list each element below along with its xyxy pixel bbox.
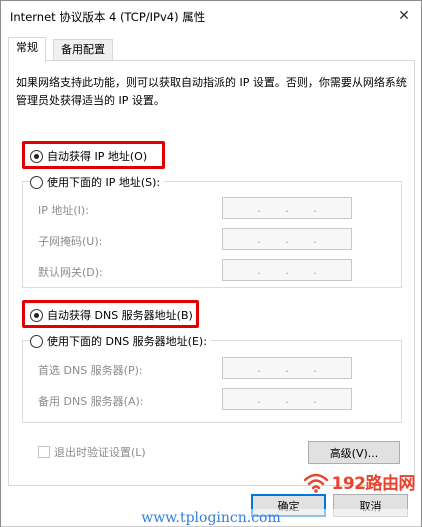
preferred-dns-input[interactable]: ... [222, 357, 352, 379]
close-button[interactable]: ✕ [387, 1, 421, 31]
manual-ip-label: 使用下面的 IP 地址(S): [47, 176, 161, 189]
alternate-dns-input[interactable]: ... [222, 388, 352, 410]
validate-on-exit-checkbox[interactable]: 退出时验证设置(L) [38, 444, 146, 460]
default-gateway-input[interactable]: ... [222, 259, 352, 281]
manual-dns-radio[interactable]: 使用下面的 DNS 服务器地址(E): [30, 333, 211, 349]
radio-checked-icon [30, 308, 43, 322]
title-bar[interactable]: Internet 协议版本 4 (TCP/IPv4) 属性 ✕ [1, 1, 421, 31]
subnet-mask-label: 子网掩码(U): [38, 235, 103, 248]
close-icon: ✕ [398, 8, 410, 24]
ip-address-label: IP 地址(I): [38, 204, 89, 217]
subnet-mask-input[interactable]: ... [222, 228, 352, 250]
auto-ip-radio[interactable]: 自动获得 IP 地址(O) [30, 148, 147, 164]
validate-on-exit-label: 退出时验证设置(L) [54, 446, 146, 459]
ipv4-properties-dialog: Internet 协议版本 4 (TCP/IPv4) 属性 ✕ 常规 备用配置 … [0, 0, 422, 527]
alternate-dns-label: 备用 DNS 服务器(A): [38, 395, 144, 408]
manual-dns-label: 使用下面的 DNS 服务器地址(E): [47, 335, 207, 348]
radio-unchecked-icon [30, 175, 43, 189]
radio-checked-icon [30, 149, 43, 163]
general-panel: 如果网络支持此功能，则可以获取自动指派的 IP 设置。否则，你需要从网络系统管理… [8, 60, 415, 486]
checkbox-icon [38, 446, 50, 458]
watermark-url: www.tplogincn.com [1, 509, 421, 527]
watermark-brand: 192路由网 [331, 474, 416, 494]
manual-ip-radio[interactable]: 使用下面的 IP 地址(S): [30, 174, 165, 190]
advanced-button[interactable]: 高级(V)... [308, 441, 400, 464]
radio-unchecked-icon [30, 334, 43, 348]
tab-general[interactable]: 常规 [8, 37, 46, 62]
tab-alternate-config[interactable]: 备用配置 [53, 39, 113, 61]
auto-dns-label: 自动获得 DNS 服务器地址(B) [47, 309, 193, 322]
auto-ip-label: 自动获得 IP 地址(O) [47, 150, 148, 163]
default-gateway-label: 默认网关(D): [38, 266, 103, 279]
preferred-dns-label: 首选 DNS 服务器(P): [38, 364, 143, 377]
wifi-icon [303, 473, 328, 493]
description-text: 如果网络支持此功能，则可以获取自动指派的 IP 设置。否则，你需要从网络系统管理… [16, 76, 407, 107]
ip-address-input[interactable]: ... [222, 197, 352, 219]
window-title: Internet 协议版本 4 (TCP/IPv4) 属性 [10, 10, 206, 24]
auto-dns-radio[interactable]: 自动获得 DNS 服务器地址(B) [30, 307, 193, 323]
watermark-logo: 192路由网 [303, 469, 416, 494]
manual-dns-group [22, 340, 402, 423]
